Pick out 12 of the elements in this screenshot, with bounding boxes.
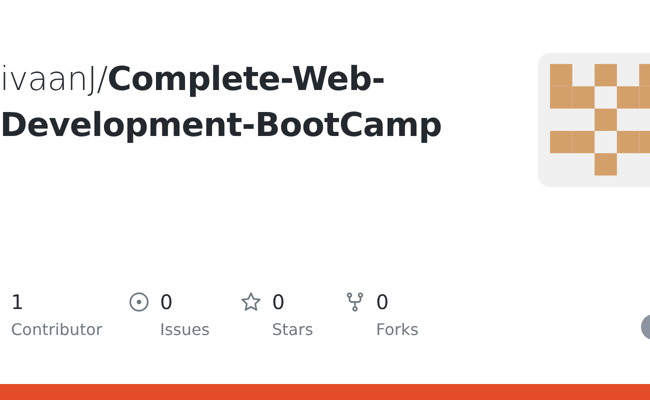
stat-label: Issues (160, 320, 210, 340)
issue-icon (128, 291, 150, 313)
stat-label: Stars (272, 320, 314, 340)
stat-count: 0 (160, 290, 174, 314)
stat-label: Forks (376, 320, 419, 340)
stat-count: 1 (11, 290, 25, 314)
repository-title: ivaanJ/Complete-Web-Development-BootCamp (0, 58, 443, 146)
fork-icon (344, 291, 366, 313)
stat-count: 0 (376, 290, 390, 314)
stat-label: Contributor (11, 320, 102, 340)
stat-count: 0 (272, 290, 286, 314)
star-icon (240, 291, 262, 313)
